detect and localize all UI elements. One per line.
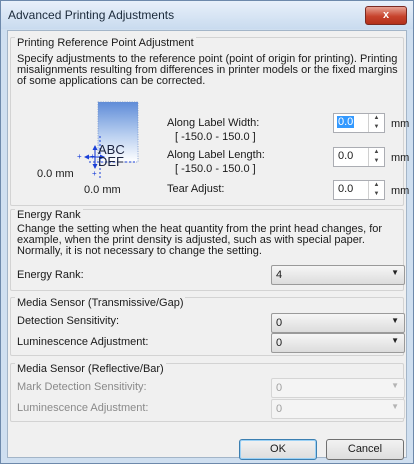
down-arrow-icon[interactable]: ▼ <box>369 123 384 132</box>
down-arrow-icon[interactable]: ▼ <box>369 190 384 199</box>
diagram-y-origin-label: 0.0 mm <box>37 168 74 180</box>
chevron-down-icon: ▼ <box>391 402 399 411</box>
close-icon: x <box>382 9 390 21</box>
tear-adjust-value[interactable]: 0.0 <box>338 183 353 195</box>
diagram-text-def: DEF <box>98 154 124 169</box>
label-width-unit: mm <box>391 118 410 130</box>
tear-adjust-spinner[interactable]: 0.0 ▲ ▼ <box>333 180 385 200</box>
transmissive-luminescence-value: 0 <box>276 337 283 349</box>
up-arrow-icon[interactable]: ▲ <box>369 114 384 123</box>
energy-rank-group: Energy Rank Change the setting when the … <box>10 209 405 291</box>
dialog-body: Printing Reference Point Adjustment Spec… <box>7 30 409 460</box>
spin-buttons[interactable]: ▲ ▼ <box>368 181 384 199</box>
ok-button[interactable]: OK <box>239 439 317 460</box>
svg-text:+: + <box>90 152 95 161</box>
energy-rank-label: Energy Rank: <box>17 269 84 281</box>
chevron-down-icon: ▼ <box>391 381 399 390</box>
window-title: Advanced Printing Adjustments <box>8 8 175 22</box>
spin-buttons[interactable]: ▲ ▼ <box>368 148 384 166</box>
label-width-spinner[interactable]: 0.0 ▲ ▼ <box>333 113 385 133</box>
label-length-label: Along Label Length: <box>167 149 265 161</box>
energy-rank-title: Energy Rank <box>15 209 83 221</box>
chevron-down-icon: ▼ <box>391 268 399 277</box>
reference-point-diagram: + + + ABC DEF 0.0 mm 0.0 mm <box>31 100 141 196</box>
transmissive-luminescence-label: Luminescence Adjustment: <box>17 336 149 348</box>
svg-text:+: + <box>92 169 97 178</box>
label-length-spinner[interactable]: 0.0 ▲ ▼ <box>333 147 385 167</box>
reflective-luminescence-value: 0 <box>276 403 283 415</box>
label-length-unit: mm <box>391 152 410 164</box>
label-width-range: [ -150.0 - 150.0 ] <box>175 131 256 143</box>
close-button[interactable]: x <box>365 6 407 25</box>
up-arrow-icon[interactable]: ▲ <box>369 181 384 190</box>
spin-buttons[interactable]: ▲ ▼ <box>368 114 384 132</box>
label-length-value[interactable]: 0.0 <box>338 150 353 162</box>
detection-sensitivity-value: 0 <box>276 317 283 329</box>
mark-detection-sensitivity-label: Mark Detection Sensitivity: <box>17 381 147 393</box>
reference-point-title: Printing Reference Point Adjustment <box>15 37 196 49</box>
chevron-down-icon: ▼ <box>391 316 399 325</box>
up-arrow-icon[interactable]: ▲ <box>369 148 384 157</box>
reflective-sensor-title: Media Sensor (Reflective/Bar) <box>15 363 166 375</box>
detection-sensitivity-label: Detection Sensitivity: <box>17 315 120 327</box>
transmissive-luminescence-dropdown[interactable]: 0 ▼ <box>271 333 405 353</box>
tear-adjust-label: Tear Adjust: <box>167 183 225 195</box>
mark-detection-sensitivity-dropdown[interactable]: 0 ▼ <box>271 378 405 398</box>
title-bar: Advanced Printing Adjustments x <box>1 1 413 29</box>
reflective-luminescence-dropdown[interactable]: 0 ▼ <box>271 399 405 419</box>
reference-point-description: Specify adjustments to the reference poi… <box>17 53 398 87</box>
transmissive-sensor-title: Media Sensor (Transmissive/Gap) <box>15 297 186 309</box>
energy-rank-dropdown[interactable]: 4 ▼ <box>271 265 405 285</box>
reflective-sensor-group: Media Sensor (Reflective/Bar) Mark Detec… <box>10 363 405 422</box>
transmissive-sensor-group: Media Sensor (Transmissive/Gap) Detectio… <box>10 297 405 356</box>
chevron-down-icon: ▼ <box>391 336 399 345</box>
diagram-x-origin-label: 0.0 mm <box>84 184 121 196</box>
dialog-window: Advanced Printing Adjustments x Printing… <box>0 0 414 464</box>
energy-rank-description: Change the setting when the heat quantit… <box>17 223 383 257</box>
reflective-luminescence-label: Luminescence Adjustment: <box>17 402 149 414</box>
down-arrow-icon[interactable]: ▼ <box>369 157 384 166</box>
reference-point-group: Printing Reference Point Adjustment Spec… <box>10 37 409 206</box>
svg-text:+: + <box>77 152 82 161</box>
energy-rank-value: 4 <box>276 269 283 281</box>
tear-adjust-unit: mm <box>391 185 410 197</box>
label-length-range: [ -150.0 - 150.0 ] <box>175 163 256 175</box>
cancel-button[interactable]: Cancel <box>326 439 404 460</box>
label-width-label: Along Label Width: <box>167 117 260 129</box>
label-width-value[interactable]: 0.0 <box>337 116 355 128</box>
mark-detection-sensitivity-value: 0 <box>276 382 283 394</box>
detection-sensitivity-dropdown[interactable]: 0 ▼ <box>271 313 405 333</box>
